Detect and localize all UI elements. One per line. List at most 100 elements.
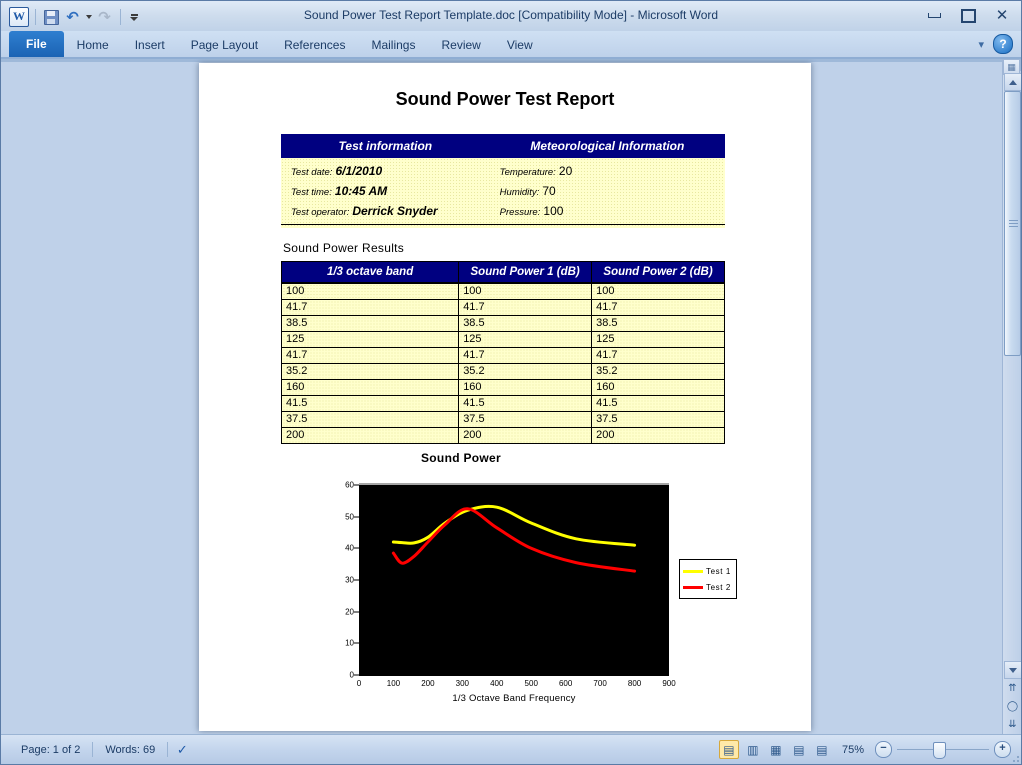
cell-r10-c2: 200 bbox=[458, 427, 593, 444]
chart-title: Sound Power bbox=[421, 451, 501, 465]
tab-mailings[interactable]: Mailings bbox=[358, 33, 428, 57]
test-date-value: 6/1/2010 bbox=[335, 164, 383, 178]
table-row: 100 100 100 bbox=[280, 282, 725, 300]
table-row: 41.5 41.5 41.5 bbox=[280, 395, 725, 412]
table-row: 125 125 125 bbox=[280, 331, 725, 348]
close-icon: ✕ bbox=[995, 6, 1009, 24]
tab-insert[interactable]: Insert bbox=[122, 33, 178, 57]
header-meteorological-information: Meteorological Information bbox=[489, 134, 725, 158]
temperature-value: 20 bbox=[558, 164, 573, 178]
view-full-screen-reading-button[interactable]: ▥ bbox=[744, 741, 762, 758]
legend-swatch-test-1 bbox=[683, 569, 703, 573]
print-layout-icon: ▤ bbox=[723, 742, 735, 757]
restore-button[interactable] bbox=[957, 7, 979, 24]
x-tick-600: 600 bbox=[558, 679, 573, 688]
cell-r6-c2: 35.2 bbox=[458, 363, 593, 380]
cell-r6-c3: 35.2 bbox=[591, 363, 725, 380]
outline-icon: ▤ bbox=[793, 742, 805, 757]
cell-r9-c2: 37.5 bbox=[458, 411, 593, 428]
table-row: 160 160 160 bbox=[280, 379, 725, 396]
table-row: 41.7 41.7 41.7 bbox=[280, 299, 725, 316]
cell-r3-c2: 38.5 bbox=[458, 315, 593, 332]
cell-r8-c2: 41.5 bbox=[458, 395, 593, 412]
x-tick-300: 300 bbox=[455, 679, 470, 688]
tab-review[interactable]: Review bbox=[428, 33, 493, 57]
cell-r1-c3: 100 bbox=[591, 282, 725, 300]
sound-power-chart[interactable]: Sound Power Sound Power (dB) 0 10 20 30 40 50… bbox=[211, 451, 801, 711]
cell-r1-c2: 100 bbox=[458, 282, 593, 300]
cell-r7-c1: 160 bbox=[280, 379, 460, 396]
y-tick-40: 40 bbox=[345, 543, 354, 553]
pressure-label: Pressure: bbox=[499, 207, 541, 218]
table-header-row: 1/3 octave band Sound Power 1 (dB) Sound P… bbox=[280, 261, 725, 284]
zoom-out-button[interactable]: − bbox=[875, 741, 892, 758]
select-browse-object-button[interactable]: ◯ bbox=[1004, 698, 1021, 715]
x-tick-0: 0 bbox=[356, 679, 362, 688]
cell-r5-c2: 41.7 bbox=[458, 347, 593, 364]
table-row: 38.5 38.5 38.5 bbox=[280, 315, 725, 332]
zoom-slider-thumb[interactable] bbox=[933, 742, 946, 759]
cell-r2-c2: 41.7 bbox=[458, 299, 593, 316]
document-page[interactable]: Sound Power Test Report Test information… bbox=[199, 63, 811, 731]
sound-power-results-table: 1/3 octave band Sound Power 1 (dB) Sound P… bbox=[280, 261, 725, 444]
proofing-status-button[interactable]: ✓ bbox=[174, 742, 190, 758]
pressure-row: Pressure: 100 bbox=[500, 202, 715, 222]
cell-r4-c2: 125 bbox=[458, 331, 593, 348]
page-indicator[interactable]: Page: 1 of 2 bbox=[9, 744, 92, 756]
y-tick-30: 30 bbox=[345, 575, 354, 585]
scroll-down-button[interactable] bbox=[1004, 661, 1021, 679]
window-controls: ✕ bbox=[923, 7, 1013, 24]
y-tick-60: 60 bbox=[345, 480, 354, 490]
tab-file[interactable]: File bbox=[9, 31, 64, 57]
view-outline-button[interactable]: ▤ bbox=[790, 741, 808, 758]
cell-r8-c1: 41.5 bbox=[280, 395, 460, 412]
window-title: Sound Power Test Report Template.doc [Co… bbox=[303, 8, 719, 22]
cell-r6-c1: 35.2 bbox=[280, 363, 460, 380]
draft-icon: ▤ bbox=[816, 742, 828, 757]
test-time-row: Test time: 10:45 AM bbox=[291, 182, 480, 202]
table-row: 35.2 35.2 35.2 bbox=[280, 363, 725, 380]
full-screen-reading-icon: ▥ bbox=[747, 742, 759, 757]
humidity-row: Humidity: 70 bbox=[500, 182, 715, 202]
tab-page-layout[interactable]: Page Layout bbox=[178, 33, 271, 57]
scroll-up-button[interactable] bbox=[1004, 73, 1021, 91]
close-button[interactable]: ✕ bbox=[991, 7, 1013, 24]
zoom-level-indicator[interactable]: 75% bbox=[842, 744, 864, 756]
title-bar: W ↶ ↷ Sound Power Test Report Template.d… bbox=[1, 1, 1021, 31]
minimize-button[interactable] bbox=[923, 7, 945, 24]
view-draft-button[interactable]: ▤ bbox=[813, 741, 831, 758]
test-date-label: Test date: bbox=[291, 167, 333, 178]
results-header-3: Sound Power 2 (dB) bbox=[591, 261, 725, 284]
word-count-indicator[interactable]: Words: 69 bbox=[93, 744, 167, 756]
y-tick-20: 20 bbox=[345, 607, 354, 617]
previous-page-button[interactable]: ⇈ bbox=[1004, 680, 1021, 697]
table-row: 37.5 37.5 37.5 bbox=[280, 411, 725, 428]
view-print-layout-button[interactable]: ▤ bbox=[718, 740, 739, 759]
cell-r4-c1: 125 bbox=[280, 331, 460, 348]
status-bar: Page: 1 of 2 Words: 69 ✓ ▤ ▥ ▦ ▤ ▤ 75% −… bbox=[1, 734, 1021, 764]
collapse-ribbon-icon[interactable]: ▾ bbox=[978, 38, 984, 51]
window-resize-grip[interactable] bbox=[1009, 752, 1019, 762]
page-title: Sound Power Test Report bbox=[395, 89, 615, 109]
status-bar-right: ▤ ▥ ▦ ▤ ▤ 75% − + bbox=[718, 735, 1011, 764]
y-tick-50: 50 bbox=[345, 512, 354, 522]
document-workspace: Sound Power Test Report Test information… bbox=[1, 59, 1021, 735]
vertical-scrollbar[interactable]: ▦ ⇈ ◯ ⇊ bbox=[1002, 59, 1021, 735]
x-tick-200: 200 bbox=[421, 679, 435, 688]
next-page-button[interactable]: ⇊ bbox=[1004, 716, 1021, 733]
results-heading: Sound Power Results bbox=[283, 241, 405, 255]
cell-r7-c2: 160 bbox=[458, 379, 593, 396]
view-web-layout-button[interactable]: ▦ bbox=[767, 741, 785, 758]
scrollbar-thumb[interactable] bbox=[1004, 91, 1021, 356]
pressure-value: 100 bbox=[543, 204, 564, 218]
tab-home[interactable]: Home bbox=[64, 33, 122, 57]
tab-view[interactable]: View bbox=[494, 33, 546, 57]
legend-label-test-1: Test 1 bbox=[706, 566, 731, 576]
test-operator-label: Test operator: bbox=[291, 207, 350, 218]
x-tick-500: 500 bbox=[524, 679, 538, 688]
zoom-slider[interactable] bbox=[897, 742, 989, 759]
tab-references[interactable]: References bbox=[271, 33, 358, 57]
info-table-bottom-rule bbox=[281, 224, 725, 225]
test-date-row: Test date: 6/1/2010 bbox=[291, 162, 480, 182]
help-button[interactable]: ? bbox=[993, 34, 1013, 54]
